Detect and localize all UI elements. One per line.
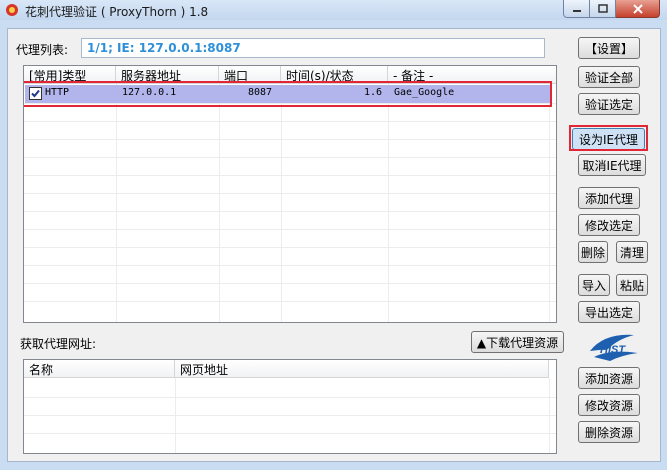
grid-line bbox=[388, 84, 389, 322]
grid-line bbox=[24, 301, 556, 302]
source-list-view[interactable]: 名称 网页地址 bbox=[23, 359, 557, 454]
grid-line bbox=[24, 283, 556, 284]
grid-line bbox=[24, 265, 556, 266]
cancel-ie-proxy-button[interactable]: 取消IE代理 bbox=[578, 154, 646, 176]
maximize-button[interactable] bbox=[590, 0, 616, 18]
proxy-list-view[interactable]: [常用]类型 服务器地址 端口 时间(s)/状态 - 备注 - HTTP 127… bbox=[23, 65, 557, 323]
verify-all-button[interactable]: 验证全部 bbox=[578, 66, 640, 88]
grid-line bbox=[24, 433, 556, 434]
proxy-list-label: 代理列表: bbox=[16, 43, 69, 57]
minimize-button[interactable] bbox=[563, 0, 590, 18]
clear-button[interactable]: 清理 bbox=[616, 241, 648, 263]
grid-line bbox=[116, 84, 117, 322]
grid-line bbox=[549, 84, 550, 322]
grid-line bbox=[24, 247, 556, 248]
add-proxy-button[interactable]: 添加代理 bbox=[578, 187, 640, 209]
grid-line bbox=[24, 121, 556, 122]
grid-line bbox=[24, 415, 556, 416]
source-list-header: 名称 网页地址 bbox=[24, 360, 549, 378]
delete-source-button[interactable]: 删除资源 bbox=[578, 421, 640, 443]
delete-button[interactable]: 删除 bbox=[578, 241, 608, 263]
verify-selected-button[interactable]: 验证选定 bbox=[578, 93, 640, 115]
grid-line bbox=[24, 157, 556, 158]
close-icon bbox=[632, 3, 643, 14]
edit-selected-button[interactable]: 修改选定 bbox=[578, 214, 640, 236]
export-selected-button[interactable]: 导出选定 bbox=[578, 301, 640, 323]
col-page-url[interactable]: 网页地址 bbox=[175, 360, 549, 378]
grid-line bbox=[219, 84, 220, 322]
app-icon bbox=[6, 4, 18, 16]
grid-line bbox=[24, 397, 556, 398]
source-url-label: 获取代理网址: bbox=[20, 337, 97, 351]
import-button[interactable]: 导入 bbox=[578, 274, 610, 296]
set-ie-proxy-highlight bbox=[569, 125, 648, 151]
hist-logo: HIST bbox=[590, 334, 638, 361]
svg-text:HIST: HIST bbox=[600, 344, 626, 356]
paste-button[interactable]: 粘贴 bbox=[616, 274, 648, 296]
title-bar[interactable]: 花刺代理验证 ( ProxyThorn ) 1.8 bbox=[0, 0, 667, 20]
settings-button[interactable]: 【设置】 bbox=[578, 37, 640, 59]
minimize-icon bbox=[572, 9, 581, 12]
col-name[interactable]: 名称 bbox=[24, 360, 175, 378]
grid-line bbox=[24, 229, 556, 230]
main-panel: 代理列表: 1/1; IE: 127.0.0.1:8087 [常用]类型 服务器… bbox=[7, 28, 661, 462]
grid-line bbox=[24, 211, 556, 212]
maximize-icon bbox=[597, 4, 608, 13]
grid-line bbox=[24, 139, 556, 140]
download-proxy-source-button[interactable]: ▲下载代理资源 bbox=[471, 331, 564, 353]
add-source-button[interactable]: 添加资源 bbox=[578, 367, 640, 389]
row-highlight bbox=[24, 81, 552, 107]
window-title: 花刺代理验证 ( ProxyThorn ) 1.8 bbox=[25, 5, 209, 19]
close-button[interactable] bbox=[616, 0, 660, 18]
grid-line bbox=[281, 84, 282, 322]
edit-source-button[interactable]: 修改资源 bbox=[578, 394, 640, 416]
grid-line bbox=[24, 193, 556, 194]
proxy-summary-field: 1/1; IE: 127.0.0.1:8087 bbox=[81, 38, 545, 58]
grid-line bbox=[24, 175, 556, 176]
